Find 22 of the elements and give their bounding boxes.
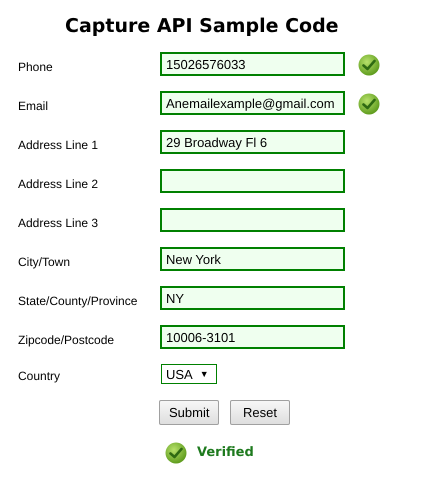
field-label: Zipcode/Postcode [18,332,116,349]
field-label: Address Line 1 [18,137,100,154]
page-title: Capture API Sample Code [65,16,339,36]
field-label: Address Line 3 [18,215,100,232]
field-label: Country [18,368,62,385]
field-label: State/County/Province [18,293,138,310]
field-label: Phone [18,59,54,76]
country-select[interactable]: USA ▼ [161,364,217,384]
input-field[interactable] [160,169,345,193]
status-text: Verified [197,444,254,462]
input-field[interactable]: Anemailexample@gmail.com [160,91,345,115]
input-field[interactable]: 15026576033 [160,52,345,76]
input-field[interactable]: NY [160,286,345,310]
form-button[interactable]: Submit [159,400,219,425]
input-field[interactable]: 10006-3101 [160,325,345,349]
input-field[interactable]: 29 Broadway Fl 6 [160,130,345,154]
field-label: Address Line 2 [18,176,100,193]
field-label: City/Town [18,254,72,271]
input-field[interactable]: New York [160,247,345,271]
form-button[interactable]: Reset [230,400,290,425]
input-field[interactable] [160,208,345,232]
field-label: Email [18,98,50,115]
